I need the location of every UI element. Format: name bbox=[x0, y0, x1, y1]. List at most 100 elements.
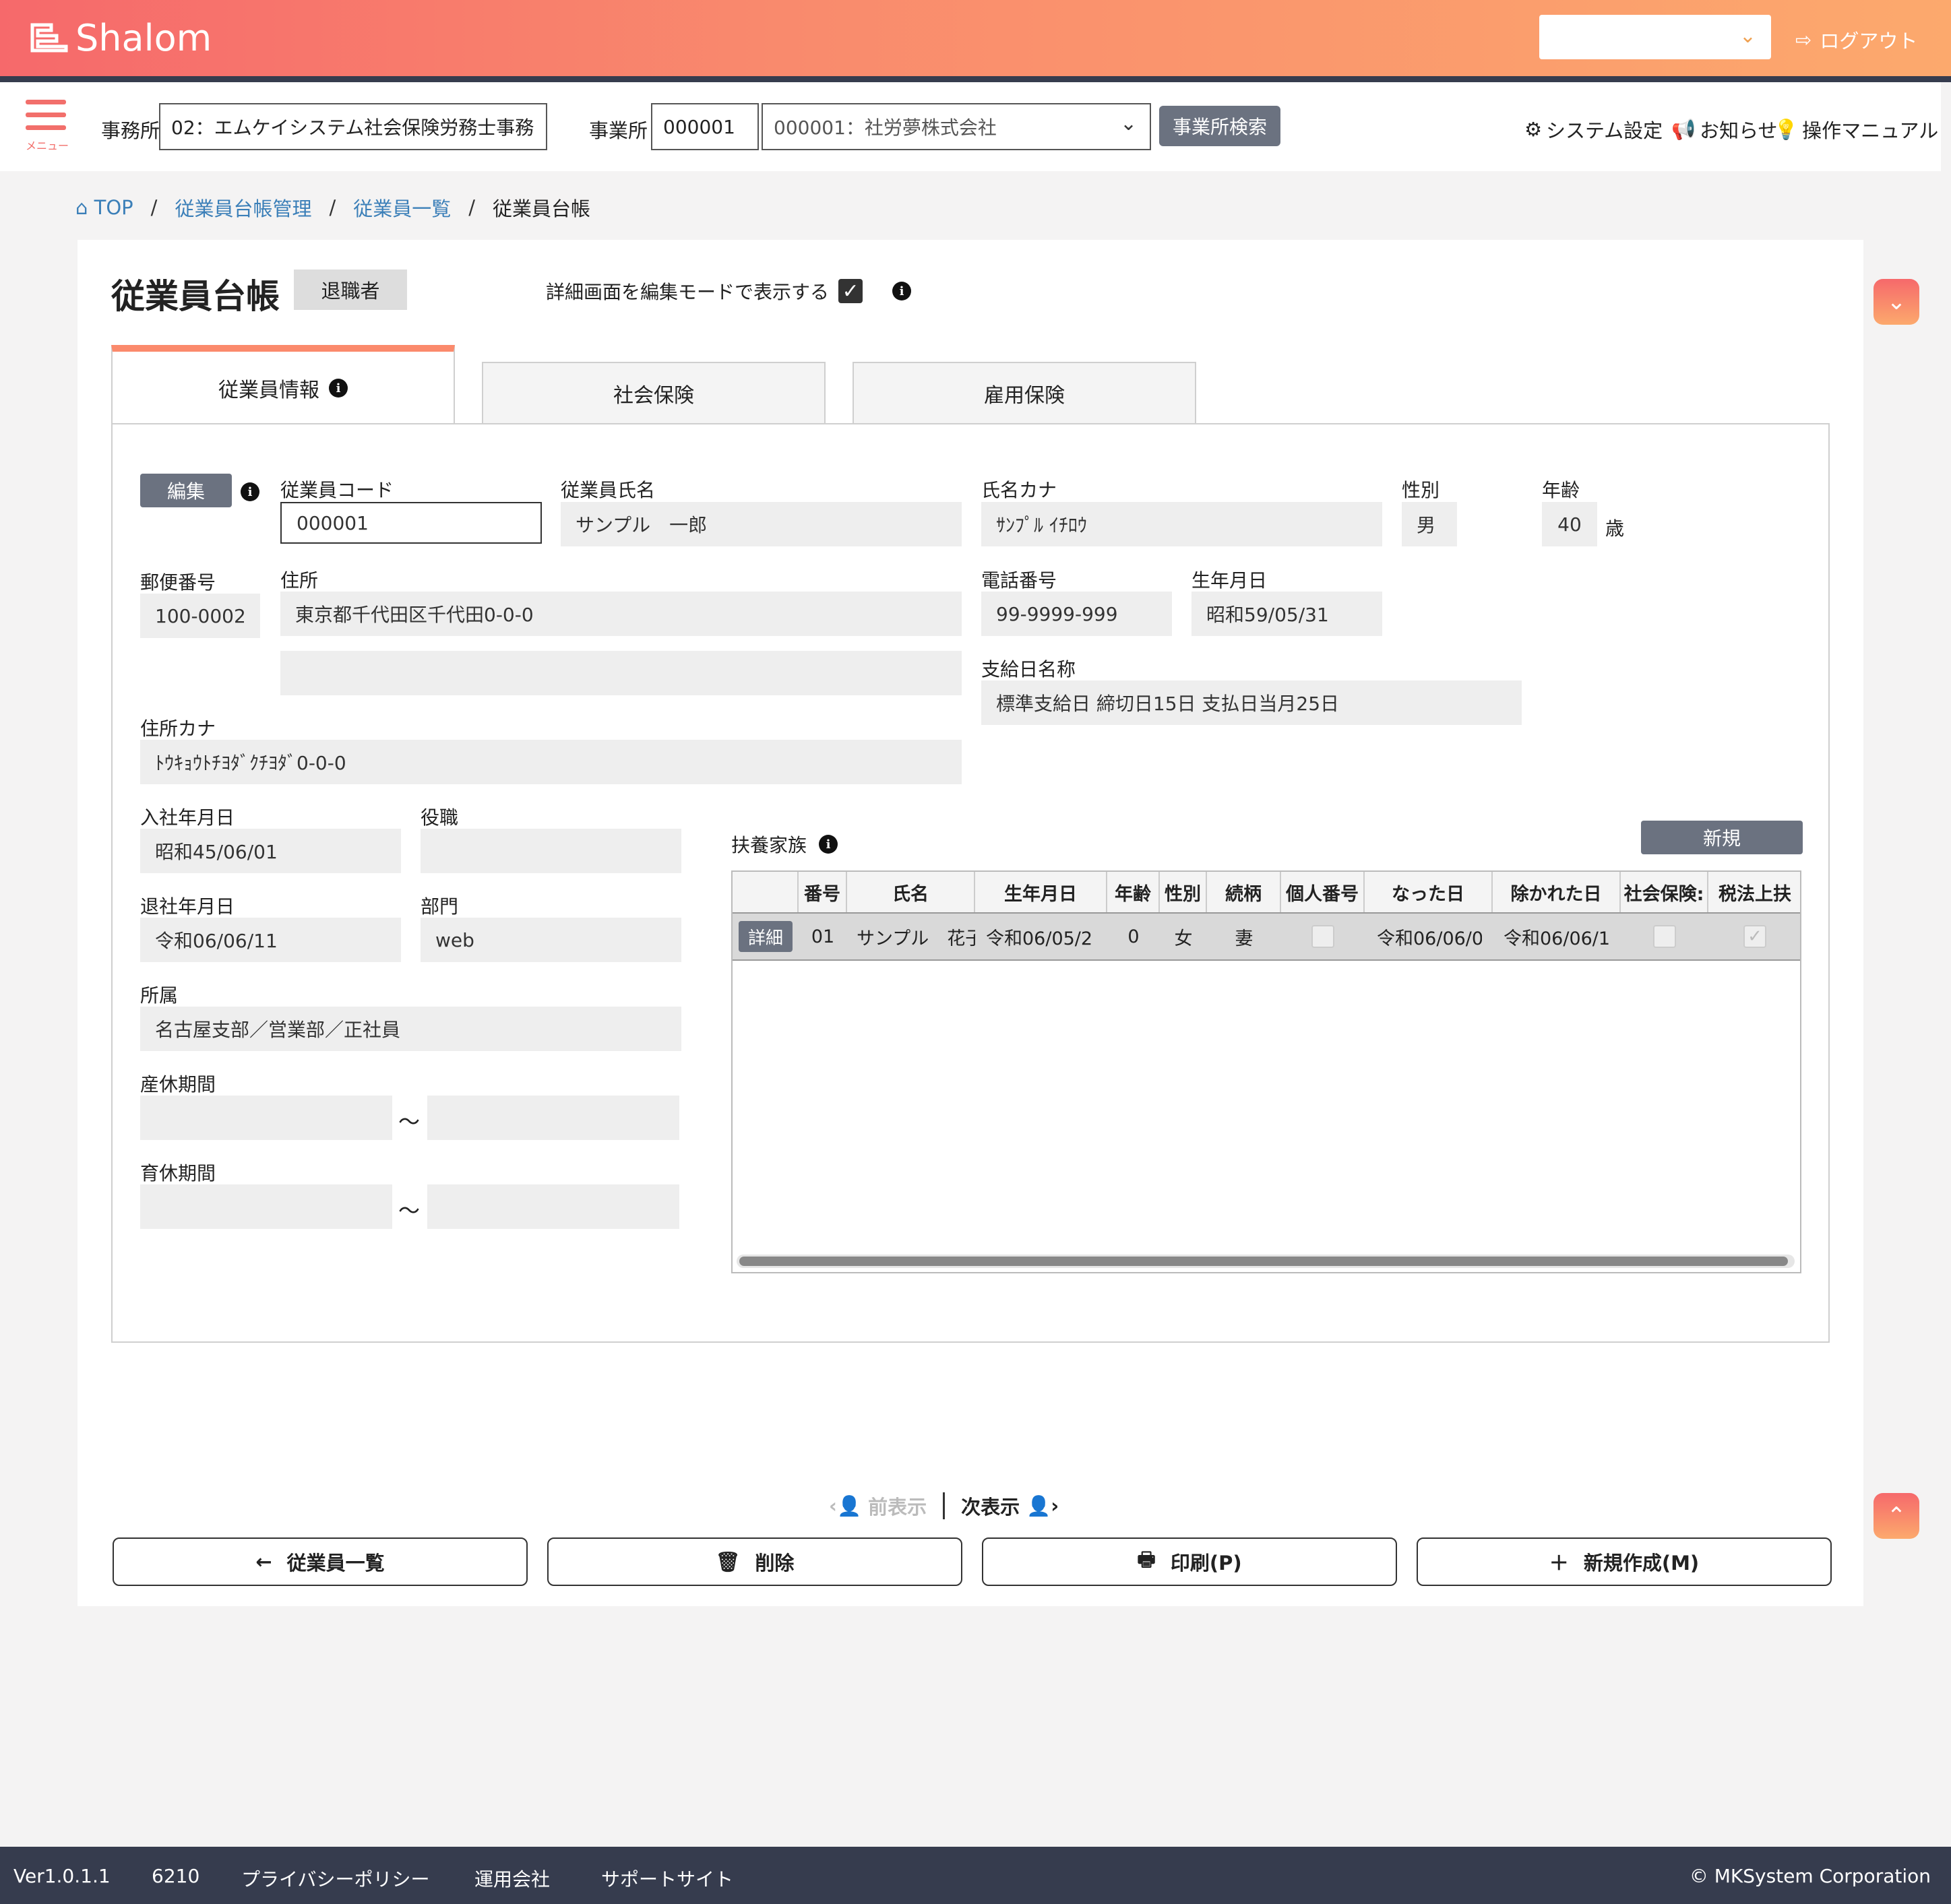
breadcrumb-top[interactable]: ⌂ TOP bbox=[75, 196, 133, 219]
print-button[interactable]: 🖶 印刷(P) bbox=[982, 1537, 1397, 1586]
header-divider bbox=[0, 76, 1951, 82]
business-select-value: 000001：社労夢株式会社 bbox=[774, 117, 997, 139]
operating-company-link[interactable]: 運用会社 bbox=[474, 1865, 550, 1892]
header-select[interactable]: ⌄ bbox=[1539, 15, 1771, 59]
my-number-checkbox bbox=[1311, 925, 1334, 948]
notice-link[interactable]: 📢 お知らせ bbox=[1671, 115, 1778, 144]
zip-label: 郵便番号 bbox=[140, 571, 216, 594]
info-icon[interactable]: i bbox=[819, 835, 838, 854]
column-header[interactable]: 性別 bbox=[1160, 872, 1207, 912]
breadcrumb-ledger-management[interactable]: 従業員台帳管理 bbox=[175, 193, 311, 222]
column-header[interactable]: 年齢 bbox=[1107, 872, 1160, 912]
arrow-left-icon: ← bbox=[255, 1550, 272, 1573]
table-row[interactable]: 詳細 01 サンプル 花子 令和06/05/21 0 女 妻 令和06/06/0… bbox=[733, 914, 1800, 961]
department-label: 部門 bbox=[421, 895, 459, 918]
childcare-from-field bbox=[140, 1184, 392, 1229]
tab-employment-insurance[interactable]: 雇用保険 bbox=[853, 362, 1196, 424]
column-header[interactable]: 生年月日 bbox=[975, 872, 1107, 912]
pager-divider bbox=[943, 1492, 946, 1519]
detail-button[interactable]: 詳細 bbox=[739, 921, 793, 952]
next-user-icon: 👤› bbox=[1026, 1494, 1059, 1517]
shalom-logo-icon bbox=[30, 23, 68, 53]
column-header[interactable]: なった日 bbox=[1365, 872, 1493, 912]
column-header[interactable]: 氏名 bbox=[847, 872, 975, 912]
new-dependent-button[interactable]: 新規 bbox=[1641, 821, 1803, 854]
hamburger-icon-bar bbox=[26, 113, 66, 117]
info-icon[interactable]: i bbox=[329, 379, 348, 398]
age-unit: 歳 bbox=[1605, 517, 1625, 540]
employee-list-button[interactable]: ← 従業員一覧 bbox=[113, 1537, 528, 1586]
address-field-2 bbox=[280, 651, 962, 695]
tab-employee-info[interactable]: 従業員情報 i bbox=[111, 345, 455, 424]
build-code: 6210 bbox=[152, 1865, 200, 1887]
prev-record-button[interactable]: ‹👤 前表示 bbox=[829, 1492, 927, 1520]
lightbulb-icon: 💡 bbox=[1774, 117, 1799, 141]
privacy-policy-link[interactable]: プライバシーポリシー bbox=[241, 1865, 429, 1892]
cell-no: 01 bbox=[811, 926, 835, 947]
kana-field: ｻﾝﾌﾟﾙ ｲﾁﾛｳ bbox=[981, 502, 1382, 546]
gear-icon: ⚙ bbox=[1524, 118, 1542, 141]
menu-label: メニュー bbox=[26, 139, 69, 152]
join-date-label: 入社年月日 bbox=[140, 806, 235, 829]
manual-link[interactable]: 💡 操作マニュアル bbox=[1774, 115, 1938, 144]
menu-button[interactable]: メニュー bbox=[26, 100, 69, 153]
page-title: 従業員台帳 bbox=[111, 277, 280, 316]
employee-code-label: 従業員コード bbox=[280, 479, 394, 501]
scroll-down-button[interactable]: ⌄ bbox=[1873, 279, 1919, 325]
next-record-button[interactable]: 次表示 👤› bbox=[961, 1492, 1059, 1520]
info-icon[interactable]: i bbox=[241, 482, 259, 501]
column-header[interactable]: 番号 bbox=[799, 872, 847, 912]
position-label: 役職 bbox=[421, 806, 459, 829]
column-header[interactable]: 社会保険: bbox=[1621, 872, 1708, 912]
tab-social-insurance[interactable]: 社会保険 bbox=[482, 362, 826, 424]
cell-name: サンプル 花子 bbox=[857, 928, 975, 949]
zip-field: 100-0002 bbox=[140, 594, 260, 638]
support-site-link[interactable]: サポートサイト bbox=[601, 1865, 733, 1892]
create-button[interactable]: ＋ 新規作成(M) bbox=[1417, 1537, 1832, 1586]
horizontal-scrollbar[interactable] bbox=[737, 1255, 1795, 1268]
column-header[interactable]: 税法上扶 bbox=[1708, 872, 1801, 912]
tax-dependent-checkbox: ✓ bbox=[1743, 925, 1766, 948]
scroll-top-button[interactable]: ⌃ bbox=[1873, 1493, 1919, 1539]
maternity-leave-label: 産休期間 bbox=[140, 1073, 216, 1096]
breadcrumb: ⌂ TOP / 従業員台帳管理 / 従業員一覧 / 従業員台帳 bbox=[75, 193, 590, 222]
column-header[interactable]: 除かれた日 bbox=[1493, 872, 1621, 912]
business-select[interactable]: 000001：社労夢株式会社 bbox=[762, 103, 1151, 150]
leave-date-label: 退社年月日 bbox=[140, 895, 235, 918]
column-header[interactable]: 続柄 bbox=[1207, 872, 1281, 912]
chevron-down-icon: ⌄ bbox=[1886, 288, 1907, 315]
delete-button[interactable]: 🗑 削除 bbox=[547, 1537, 962, 1586]
business-code-input[interactable]: 000001 bbox=[651, 103, 759, 150]
chevron-down-icon: ⌄ bbox=[1120, 112, 1138, 135]
employee-code-input[interactable]: 000001 bbox=[280, 502, 542, 544]
hamburger-icon bbox=[26, 100, 66, 104]
edit-mode-label: 詳細画面を編集モードで表示する bbox=[546, 281, 830, 303]
breadcrumb-current: 従業員台帳 bbox=[493, 197, 591, 220]
info-icon[interactable]: i bbox=[892, 282, 912, 300]
hamburger-icon-bar bbox=[26, 125, 66, 130]
system-settings-link[interactable]: ⚙ システム設定 bbox=[1524, 115, 1663, 144]
payday-field: 標準支給日 締切日15日 支払日当月25日 bbox=[981, 680, 1522, 725]
app-logo[interactable]: Shalom bbox=[30, 17, 212, 59]
column-header[interactable]: 個人番号 bbox=[1281, 872, 1365, 912]
copyright: © MKSystem Corporation bbox=[1689, 1865, 1931, 1887]
phone-field: 99-9999-999 bbox=[981, 592, 1172, 636]
position-field bbox=[421, 829, 681, 873]
chevron-down-icon: ⌄ bbox=[1739, 24, 1756, 48]
cell-social-insurance bbox=[1621, 914, 1708, 959]
scrollbar-thumb[interactable] bbox=[739, 1257, 1788, 1266]
payday-label: 支給日名称 bbox=[981, 658, 1076, 680]
logout-button[interactable]: ⇨ ログアウト bbox=[1795, 26, 1917, 54]
breadcrumb-employee-list[interactable]: 従業員一覧 bbox=[353, 193, 451, 222]
breadcrumb-separator: / bbox=[329, 196, 336, 219]
business-search-button[interactable]: 事業所検索 bbox=[1159, 106, 1280, 146]
breadcrumb-top-label: TOP bbox=[94, 196, 133, 219]
system-settings-label: システム設定 bbox=[1546, 119, 1663, 142]
office-field[interactable]: 02：エムケイシステム社会保険労務士事務 bbox=[159, 103, 547, 150]
leave-date-field: 令和06/06/11 bbox=[140, 918, 401, 962]
edit-button[interactable]: 編集 bbox=[140, 474, 232, 507]
maternity-to-field bbox=[427, 1096, 679, 1140]
kana-label: 氏名カナ bbox=[981, 479, 1057, 501]
edit-mode-checkbox[interactable]: ✓ bbox=[838, 279, 863, 303]
cell-birth: 令和06/05/21 bbox=[986, 928, 1094, 949]
